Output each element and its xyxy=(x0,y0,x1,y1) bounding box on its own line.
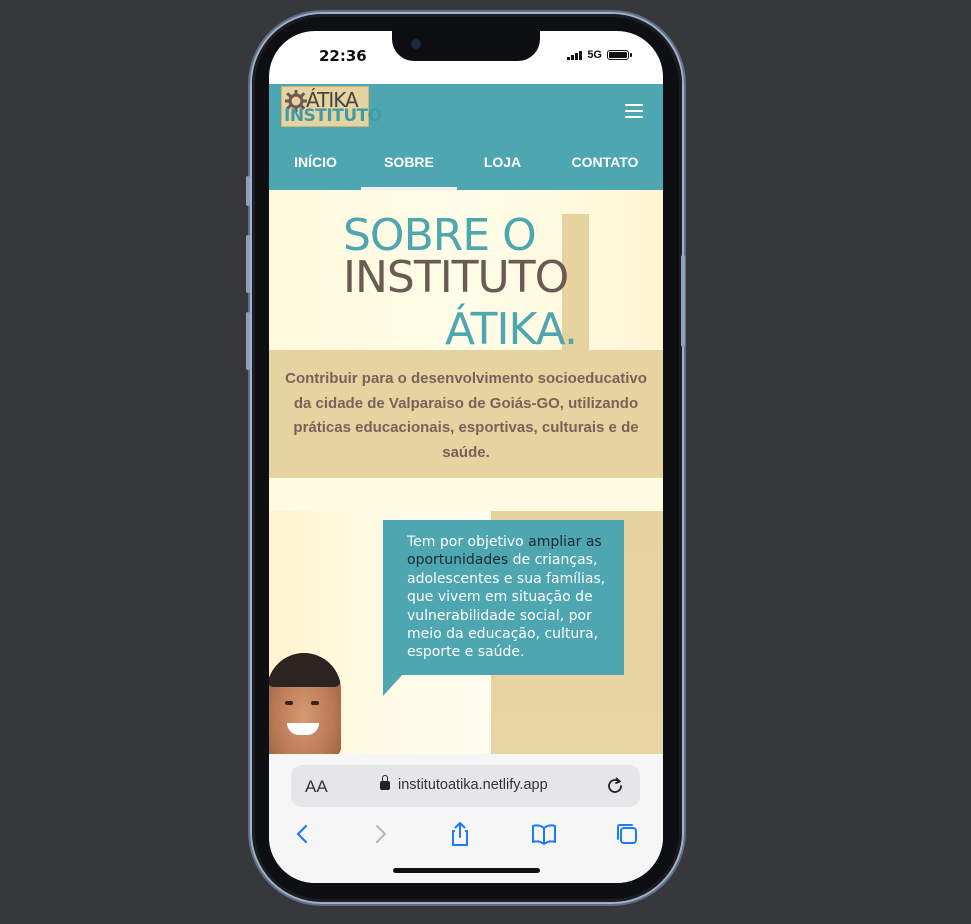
site-logo[interactable]: ÁTIKA INSTITUTO xyxy=(281,86,382,127)
lock-icon xyxy=(380,775,390,790)
signal-icon xyxy=(567,50,583,60)
site-header: ÁTIKA INSTITUTO INÍCIO SOBRE LOJA CONTAT… xyxy=(269,84,663,190)
bookmarks-icon[interactable] xyxy=(530,820,558,848)
hero-title-line-3: ÁTIKA. xyxy=(445,304,578,355)
tabs-icon[interactable] xyxy=(613,820,641,848)
objective-text-start: Tem por objetivo xyxy=(407,534,529,550)
menu-icon[interactable] xyxy=(625,104,643,118)
front-camera xyxy=(411,39,421,49)
status-time: 22:36 xyxy=(319,47,367,65)
page-content: SOBRE O INSTITUTO ÁTIKA. Contribuir para… xyxy=(269,190,663,754)
network-label: 5G xyxy=(587,49,602,61)
objective-text-end: de crianças, adolescentes e sua famílias… xyxy=(407,552,606,661)
browser-bar: AA institutoatika.netlify.app xyxy=(269,754,663,883)
power-button xyxy=(681,255,685,347)
objective-top-band xyxy=(269,478,663,511)
nav-item-sobre[interactable]: SOBRE xyxy=(361,137,457,190)
nav-item-contato[interactable]: CONTATO xyxy=(559,137,651,187)
main-nav: INÍCIO SOBRE LOJA CONTATO xyxy=(269,137,663,190)
mute-switch xyxy=(246,176,250,206)
url-text[interactable]: institutoatika.netlify.app xyxy=(398,777,548,793)
nav-label: LOJA xyxy=(483,154,522,170)
reload-icon[interactable] xyxy=(604,775,626,797)
objective-section: Tem por objetivo ampliar as oportunidade… xyxy=(269,478,663,754)
back-icon[interactable] xyxy=(289,820,317,848)
logo-bottom-text: INSTITUTO xyxy=(284,106,382,126)
nav-label: SOBRE xyxy=(384,154,434,170)
forward-icon[interactable] xyxy=(366,820,394,848)
objective-text: Tem por objetivo ampliar as oportunidade… xyxy=(407,533,614,662)
battery-icon xyxy=(607,50,632,60)
share-icon[interactable] xyxy=(446,820,474,848)
speech-bubble-tail xyxy=(383,674,403,696)
volume-down-button xyxy=(246,312,250,370)
phone-screen: 22:36 5G ÁTIKA INSTITUTO INÍCIO SOBRE LO… xyxy=(269,31,663,883)
text-size-button[interactable]: AA xyxy=(305,777,328,797)
nav-item-inicio[interactable]: INÍCIO xyxy=(278,137,353,187)
mission-section: Contribuir para o desenvolvimento socioe… xyxy=(269,350,663,478)
nav-item-loja[interactable]: LOJA xyxy=(465,137,540,187)
address-bar[interactable]: AA institutoatika.netlify.app xyxy=(291,765,640,807)
status-icons: 5G xyxy=(567,49,632,61)
mission-text: Contribuir para o desenvolvimento socioe… xyxy=(285,370,647,461)
person-photo xyxy=(269,653,341,754)
hero-title-line-2: INSTITUTO xyxy=(343,252,569,303)
hero-banner: SOBRE O INSTITUTO ÁTIKA. xyxy=(269,190,663,355)
nav-label: CONTATO xyxy=(571,154,639,170)
nav-label: INÍCIO xyxy=(294,154,337,170)
objective-speech-bubble: Tem por objetivo ampliar as oportunidade… xyxy=(383,520,624,675)
volume-up-button xyxy=(246,235,250,293)
home-indicator[interactable] xyxy=(393,868,540,873)
